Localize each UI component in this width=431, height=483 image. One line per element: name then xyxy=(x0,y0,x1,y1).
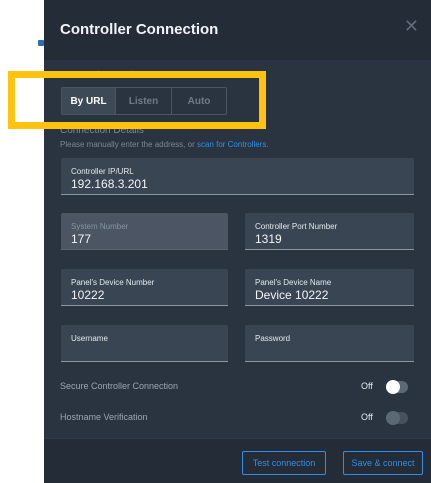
system-number-value: 177 xyxy=(71,232,92,246)
test-connection-button[interactable]: Test connection xyxy=(242,451,326,475)
toggle-knob xyxy=(386,411,400,425)
panel-device-name-label: Panel's Device Name xyxy=(255,278,332,287)
password-label: Password xyxy=(255,334,291,343)
scan-controllers-link[interactable]: scan for Controllers xyxy=(197,140,266,149)
controller-url-label: Controller IP/URL xyxy=(71,167,134,176)
username-label: Username xyxy=(71,334,108,343)
password-field[interactable]: Password xyxy=(245,325,414,362)
hostname-verification-toggle[interactable] xyxy=(386,411,408,425)
controller-port-value: 1319 xyxy=(255,232,282,246)
hostname-verification-label: Hostname Verification xyxy=(60,412,148,422)
secure-connection-toggle[interactable] xyxy=(386,380,408,394)
dialog-header: Controller Connection ✕ xyxy=(44,0,431,60)
hostname-verification-state: Off xyxy=(361,412,373,422)
controller-port-field[interactable]: Controller Port Number 1319 xyxy=(245,213,414,250)
panel-device-name-field[interactable]: Panel's Device Name Device 10222 xyxy=(245,269,414,306)
username-field[interactable]: Username xyxy=(61,325,228,362)
toggle-knob xyxy=(386,380,400,394)
save-and-connect-button[interactable]: Save & connect xyxy=(343,451,423,475)
panel-device-number-value: 10222 xyxy=(71,288,105,302)
close-icon[interactable]: ✕ xyxy=(404,16,419,37)
panel-device-number-label: Panel's Device Number xyxy=(71,278,155,287)
annotation-highlight-box xyxy=(8,71,266,129)
system-number-label: System Number xyxy=(71,222,129,231)
panel-device-number-field[interactable]: Panel's Device Number 10222 xyxy=(61,269,228,306)
controller-url-field[interactable]: Controller IP/URL 192.168.3.201 xyxy=(61,158,414,195)
dialog-title: Controller Connection xyxy=(60,21,219,38)
hint-text: Please manually enter the address, or xyxy=(60,140,197,149)
secure-connection-state: Off xyxy=(361,381,373,391)
panel-device-name-value: Device 10222 xyxy=(255,288,329,302)
connection-details-hint: Please manually enter the address, or sc… xyxy=(60,140,269,149)
controller-port-label: Controller Port Number xyxy=(255,222,338,231)
system-number-field: System Number 177 xyxy=(61,213,228,250)
controller-url-value: 192.168.3.201 xyxy=(71,177,148,191)
secure-connection-label: Secure Controller Connection xyxy=(60,381,179,391)
dialog-footer: Test connection Save & connect xyxy=(44,438,431,483)
hint-suffix: . xyxy=(266,140,269,149)
